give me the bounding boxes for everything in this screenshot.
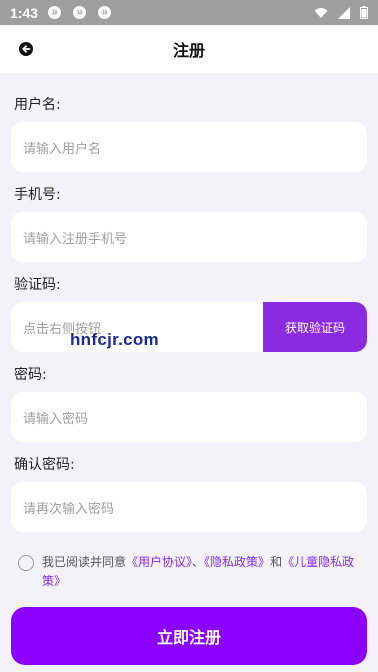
back-arrow-icon [19,42,33,56]
password-label: 密码: [14,367,47,383]
username-label: 用户名: [14,97,61,113]
agreement-row: 我已阅读并同意《用户协议》、《隐私政策》和《儿童隐私政策》 [18,553,363,591]
notification-icon: ⑩ [73,6,87,19]
phone-label: 手机号: [14,187,61,203]
signal-icon [338,6,350,19]
status-bar: 1:43 ⑩ ⑩ ⑩ [0,0,378,25]
status-time: 1:43 [10,4,39,21]
agreement-separator: 和 [270,555,283,569]
agreement-checkbox[interactable] [18,555,34,571]
navigation-bar: 注册 [0,25,378,73]
privacy-policy-link[interactable]: 《隐私政策》 [204,555,270,569]
notification-icon: ⑩ [98,6,112,19]
agreement-text: 我已阅读并同意《用户协议》、《隐私政策》和《儿童隐私政策》 [42,553,363,591]
battery-icon [360,6,368,19]
back-button[interactable] [18,41,34,57]
confirm-password-label: 确认密码: [14,457,75,473]
register-button[interactable]: 立即注册 [11,607,367,665]
phone-input[interactable]: 请输入注册手机号 [11,212,367,262]
notification-icon: ⑩ [48,6,62,19]
password-input[interactable]: 请输入密码 [11,392,367,442]
get-code-button[interactable]: 获取验证码 [263,302,367,352]
user-agreement-link[interactable]: 《用户协议》 [126,555,192,569]
status-indicators [314,6,368,19]
username-input[interactable]: 请输入用户名 [11,122,367,172]
watermark: hnfcjr.com [70,330,159,349]
page-title: 注册 [172,41,205,60]
agreement-separator: 、 [192,555,205,569]
agreement-prefix: 我已阅读并同意 [42,555,127,569]
confirm-password-input[interactable]: 请再次输入密码 [11,482,367,532]
wifi-icon [314,7,328,18]
code-label: 验证码: [14,277,61,293]
